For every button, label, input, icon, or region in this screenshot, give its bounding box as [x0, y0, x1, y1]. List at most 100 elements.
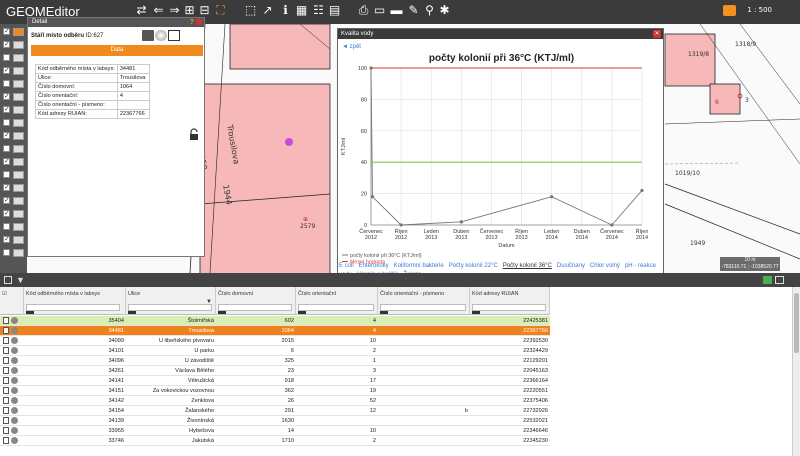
table-row[interactable]: 34096 U závodiště 325 1 22129201: [0, 356, 550, 366]
column-header[interactable]: Ulice ▼: [126, 287, 216, 315]
row-detail-icon[interactable]: [3, 407, 19, 415]
panel-icon[interactable]: ▤: [328, 4, 341, 17]
close-icon[interactable]: [196, 19, 202, 25]
column-header[interactable]: Číslo orientační - písmeno: [378, 287, 470, 315]
layer-item[interactable]: [2, 157, 26, 167]
tab-data[interactable]: Data: [31, 45, 203, 56]
layer-item[interactable]: [2, 222, 26, 232]
layer-checkbox[interactable]: [3, 223, 10, 230]
layer-item[interactable]: [2, 144, 26, 154]
table-row[interactable]: 34151 Za vokovickou vozovnou 362 19 22220551: [0, 386, 550, 396]
filter-icon[interactable]: [380, 311, 388, 314]
layer-checkbox[interactable]: [3, 54, 10, 61]
ruler-icon[interactable]: ▬: [390, 4, 403, 17]
layer-checkbox[interactable]: [3, 131, 10, 139]
table-row[interactable]: 34101 U parku 6 2 22324429: [0, 346, 550, 356]
help-icon[interactable]: ?: [190, 18, 194, 27]
pointer-icon[interactable]: ↗: [261, 4, 274, 17]
layer-item[interactable]: [2, 131, 26, 141]
list-icon[interactable]: ☷: [312, 4, 325, 17]
layer-checkbox[interactable]: [3, 40, 10, 48]
layers-icon[interactable]: ▭: [373, 4, 386, 17]
layer-item[interactable]: [2, 235, 26, 245]
table-icon[interactable]: ▦: [295, 4, 308, 17]
row-detail-icon[interactable]: [3, 437, 19, 445]
layer-checkbox[interactable]: [3, 209, 10, 217]
row-detail-icon[interactable]: [3, 347, 19, 355]
row-detail-icon[interactable]: [3, 397, 19, 405]
filter-input[interactable]: [298, 304, 374, 311]
table-row[interactable]: 34139 Živonínská 1630 22532021: [0, 416, 550, 426]
document-icon[interactable]: [168, 30, 180, 41]
filter-icon[interactable]: [218, 311, 226, 314]
column-header[interactable]: Číslo orientační: [296, 287, 378, 315]
export-icon[interactable]: [775, 276, 784, 284]
tab-link[interactable]: Enterokoky: [359, 263, 389, 269]
layer-item[interactable]: [2, 170, 26, 180]
swap-icon[interactable]: ⇄: [135, 4, 148, 17]
layer-item[interactable]: [2, 105, 26, 115]
column-header[interactable]: Kód adresy RUIAN: [470, 287, 550, 315]
filter-icon[interactable]: [298, 311, 306, 314]
row-detail-icon[interactable]: [3, 417, 19, 425]
layer-checkbox[interactable]: [3, 235, 10, 243]
zoom-out-icon[interactable]: ⊟: [198, 4, 211, 17]
zoom-in-icon[interactable]: ⊞: [183, 4, 196, 17]
zoom-extent-icon[interactable]: ⛶: [214, 4, 227, 17]
sort-desc-icon[interactable]: ▼: [206, 299, 212, 305]
tab-link[interactable]: Chlor volný: [590, 263, 620, 269]
grid-menu-icon[interactable]: [4, 276, 12, 284]
row-detail-icon[interactable]: [3, 337, 19, 345]
row-detail-icon[interactable]: [3, 387, 19, 395]
tab-link[interactable]: E coli: [339, 263, 354, 269]
filter-icon[interactable]: [26, 311, 34, 314]
layer-item[interactable]: [2, 53, 26, 63]
grid-scrollbar[interactable]: [792, 287, 800, 456]
filter-input[interactable]: [380, 304, 466, 311]
filter-input[interactable]: [218, 304, 292, 311]
folder-icon[interactable]: [142, 30, 154, 41]
search-icon[interactable]: ⚲: [423, 4, 436, 17]
column-header[interactable]: Číslo domovní: [216, 287, 296, 315]
row-detail-icon[interactable]: [3, 427, 19, 435]
column-header[interactable]: Kód odběrného místa v labsys: [24, 287, 126, 315]
layer-checkbox[interactable]: [3, 27, 10, 35]
tab-link[interactable]: Počty kolonií 22°C: [449, 263, 498, 269]
filter-icon[interactable]: [472, 311, 480, 314]
row-detail-icon[interactable]: [3, 327, 19, 335]
tab-link[interactable]: Počty kolonií 36°C: [503, 263, 552, 269]
table-row[interactable]: 34154 Žalanského 291 12 b 22732926: [0, 406, 550, 416]
tab-link[interactable]: Dusičnany: [557, 263, 585, 269]
info-icon[interactable]: ℹ: [279, 4, 292, 17]
layer-checkbox[interactable]: [3, 249, 10, 256]
layer-item[interactable]: [2, 196, 26, 206]
table-row[interactable]: 35404 Štolmířská 602 4 22425381: [0, 316, 550, 326]
layer-checkbox[interactable]: [3, 66, 10, 74]
wrench-icon[interactable]: ✱: [438, 4, 451, 17]
select-all-checkbox[interactable]: ☑: [0, 287, 24, 315]
row-detail-icon[interactable]: [3, 317, 19, 325]
layer-checkbox[interactable]: [3, 157, 10, 165]
chat-icon[interactable]: [723, 5, 736, 16]
excel-icon[interactable]: [763, 276, 772, 284]
back-link[interactable]: ◄ zpět: [342, 44, 361, 50]
filter-input[interactable]: [26, 304, 120, 311]
globe-icon[interactable]: [155, 30, 167, 41]
lock-icon[interactable]: [188, 128, 200, 140]
layer-item[interactable]: [2, 27, 26, 37]
table-row[interactable]: 34142 Zenklova 26 52 22375406: [0, 396, 550, 406]
layer-checkbox[interactable]: [3, 92, 10, 100]
layer-checkbox[interactable]: [3, 119, 10, 126]
layer-checkbox[interactable]: [3, 145, 10, 152]
table-row[interactable]: 33955 Hybešova 14 10 22346646: [0, 426, 550, 436]
layer-item[interactable]: [2, 183, 26, 193]
tab-link[interactable]: Koliformní bakterie: [394, 263, 444, 269]
select-rect-icon[interactable]: ⬚: [244, 4, 257, 17]
layer-item[interactable]: [2, 79, 26, 89]
table-row[interactable]: 34261 Václava Bělého 23 3 22045163: [0, 366, 550, 376]
layer-item[interactable]: [2, 209, 26, 219]
table-row[interactable]: 34099 U libeňského pivovaru 2015 10 22392530: [0, 336, 550, 346]
table-row[interactable]: 34481 Trousilova 1064 4 22367766: [0, 326, 550, 336]
layer-checkbox[interactable]: [3, 171, 10, 178]
layer-item[interactable]: [2, 92, 26, 102]
